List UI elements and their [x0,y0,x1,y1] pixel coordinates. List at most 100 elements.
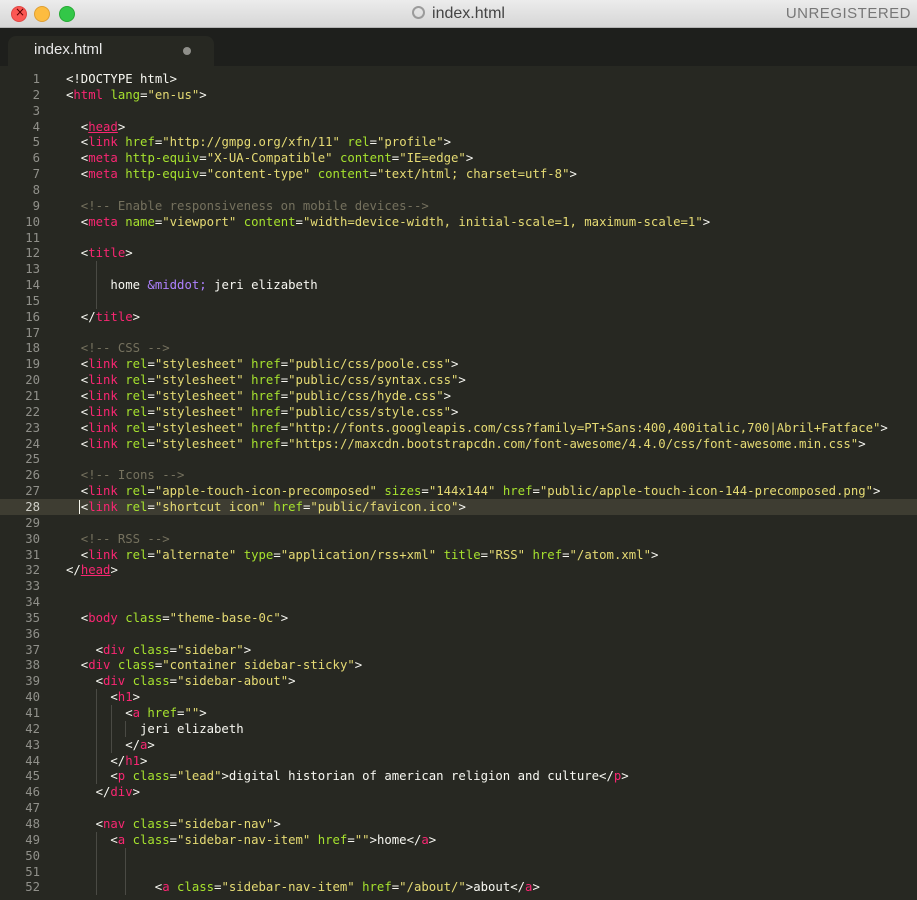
code-line[interactable]: 17 [0,325,917,341]
code-line[interactable]: 34 [0,594,917,610]
code-line[interactable]: 15 [0,292,917,309]
code-token: h1 [125,753,141,768]
code-line[interactable]: 51 [0,863,917,880]
code-token: rel [125,404,148,419]
code-line[interactable]: 48 <nav class="sidebar-nav"> [0,816,917,832]
code-line[interactable]: 47 [0,800,917,816]
code-line[interactable]: 39 <div class="sidebar-about"> [0,673,917,689]
code-line[interactable]: 37 <div class="sidebar"> [0,642,917,658]
code-line[interactable]: 40 <h1> [0,689,917,706]
code-line[interactable]: 13 [0,261,917,278]
code-line[interactable]: 36 [0,626,917,642]
code-line[interactable]: 22 <link rel="stylesheet" href="public/cs… [0,404,917,420]
code-line[interactable]: 3 [0,103,917,119]
code-line[interactable]: 45 <p class="lead">digital historian of a… [0,768,917,785]
code-line[interactable]: 19 <link rel="stylesheet" href="public/cs… [0,356,917,372]
code-line[interactable]: 8 [0,182,917,198]
code-token: > [147,737,155,752]
code-line[interactable]: 18 <!-- CSS --> [0,340,917,356]
code-text: <link rel="stylesheet" href="http://font… [81,420,888,436]
code-line[interactable]: 33 [0,578,917,594]
code-line[interactable]: 52 <a class="sidebar-nav-item" href="/abo… [0,879,917,896]
window-title: index.html [0,5,917,23]
tab-index-html[interactable]: index.html [8,36,214,66]
code-line[interactable]: 30 <!-- RSS --> [0,531,917,547]
code-token: "sidebar-nav-item" [221,880,355,895]
indent-guide [111,705,112,721]
code-text: <link href="http://gmpg.org/xfn/11" rel=… [81,134,451,150]
code-line[interactable]: 14 home &middot; jeri elizabeth [0,277,917,294]
code-text: </div> [96,784,140,800]
tab-label: index.html [34,41,103,58]
line-number: 43 [25,737,40,752]
code-token: > [458,499,466,514]
code-line[interactable]: 11 [0,230,917,246]
code-line[interactable]: 1 <!DOCTYPE html> [0,71,917,87]
code-line[interactable]: 4 <head> [0,119,917,135]
code-line[interactable]: 23 <link rel="stylesheet" href="http://fo… [0,420,917,436]
code-token: = [199,167,207,182]
code-line[interactable]: 31 <link rel="alternate" type="applicatio… [0,547,917,563]
indent-guide [96,277,97,294]
code-token: > [451,404,459,419]
code-text: <meta name="viewport" content="width=dev… [81,214,710,230]
code-token: class [132,769,170,784]
code-line[interactable]: 32 </head> [0,562,917,578]
code-line[interactable]: 20 <link rel="stylesheet" href="public/cs… [0,372,917,388]
code-token: > [621,769,629,784]
code-token: > [110,563,118,578]
line-number: 33 [25,579,40,594]
code-line[interactable]: 28 <link rel="shortcut icon" href="public… [0,498,917,515]
code-line[interactable]: 21 <link rel="stylesheet" href="public/cs… [0,388,917,404]
indent-guide [96,705,97,721]
code-line[interactable]: 42 jeri elizabeth [0,720,917,737]
code-line[interactable]: 9 <!-- Enable responsiveness on mobile de… [0,198,917,214]
code-token: > [354,658,363,673]
code-token: "144x144" [428,484,496,499]
code-token: = [147,389,155,403]
code-line[interactable]: 24 <link rel="stylesheet" href="https://m… [0,436,917,452]
line-number: 17 [25,325,40,340]
code-token: > [880,420,888,435]
code-token: > [458,373,466,388]
code-line[interactable]: 5 <link href="http://gmpg.org/xfn/11" rel… [0,134,917,150]
registration-status: UNREGISTERED [785,5,911,22]
code-token: > [132,690,141,705]
code-line[interactable]: 29 [0,515,917,531]
code-token: "public/favicon.ico" [310,499,459,514]
code-line[interactable]: 26 <!-- Icons --> [0,467,917,483]
document-icon [412,6,426,19]
code-line[interactable]: 12 <title> [0,245,917,261]
code-line[interactable]: 35 <body class="theme-base-0c"> [0,610,917,626]
code-token: &middot; [147,278,207,293]
code-editor[interactable]: 1 <!DOCTYPE html> 2 <html lang="en-us"> 3 4 <h… [0,66,917,900]
unsaved-dot-icon[interactable] [183,47,191,55]
line-number: 13 [25,262,40,277]
code-token: "" [354,832,370,847]
code-token: content [317,167,370,182]
code-line[interactable]: 44 </h1> [0,752,917,769]
code-token: = [532,484,540,499]
code-line[interactable]: 46 </div> [0,784,917,800]
code-line[interactable]: 41 <a href=""> [0,705,917,721]
code-line[interactable]: 6 <meta http-equiv="X-UA-Compatible" cont… [0,150,917,166]
indent-guide [96,720,97,737]
code-token: "lead" [177,769,222,784]
code-line[interactable]: 49 <a class="sidebar-nav-item" href="">ho… [0,831,917,848]
code-line[interactable]: 10 <meta name="viewport" content="width=d… [0,214,917,230]
code-line[interactable]: 43 </a> [0,736,917,753]
line-number: 27 [25,484,40,499]
line-number: 31 [25,547,40,562]
code-line[interactable]: 2 <html lang="en-us"> [0,87,917,103]
code-line[interactable]: 25 [0,451,917,467]
code-token: name [125,214,155,229]
code-token: type [243,547,274,562]
code-line[interactable]: 27 <link rel="apple-touch-icon-precompose… [0,483,917,499]
code-line[interactable]: 7 <meta http-equiv="content-type" content… [0,166,917,182]
code-token: rel [125,357,148,372]
code-token: "stylesheet" [154,389,244,403]
code-line[interactable]: 50 [0,847,917,864]
code-line[interactable]: 16 </title> [0,309,917,325]
code-line[interactable]: 38 <div class="container sidebar-sticky"> [0,657,917,673]
code-token: "container sidebar-sticky" [162,658,355,673]
